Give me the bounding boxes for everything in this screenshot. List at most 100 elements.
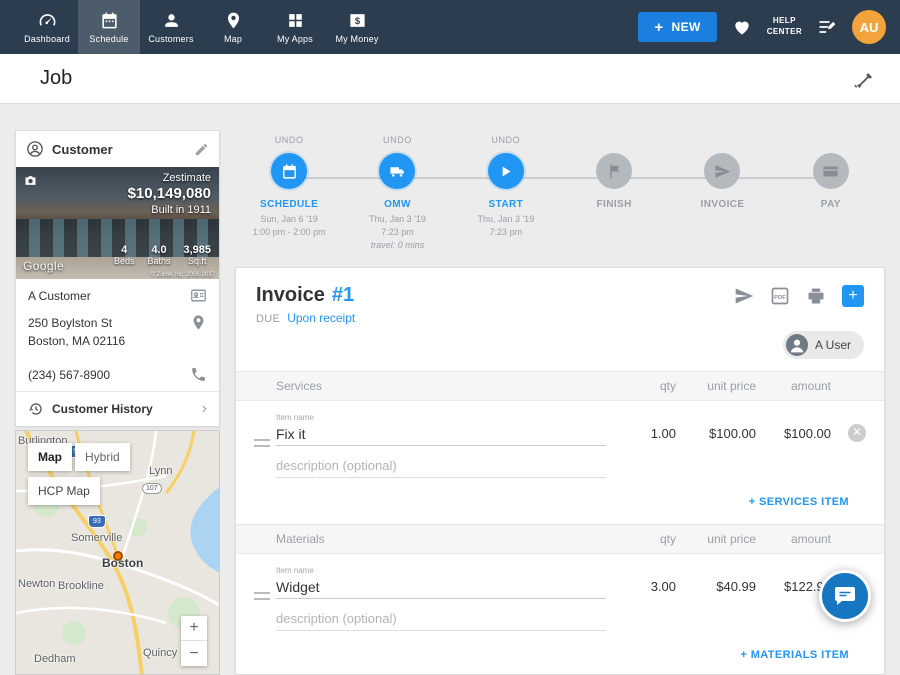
send-plane-icon: [714, 163, 731, 180]
zoom-in-button[interactable]: +: [181, 616, 207, 641]
map-type-hybrid-button[interactable]: Hybrid: [75, 443, 130, 471]
pdf-icon[interactable]: PDF: [770, 286, 790, 306]
customer-phone: (234) 567-8900: [28, 368, 110, 382]
svg-text:$: $: [354, 16, 360, 27]
map-label: Boston: [102, 556, 143, 570]
map-label: Brookline: [58, 580, 104, 592]
beds-value: 4: [114, 244, 135, 256]
help-center-line2: CENTER: [767, 27, 802, 38]
item-qty[interactable]: 1.00: [616, 426, 676, 446]
address-line2: Boston, MA 02116: [28, 332, 125, 350]
nav-item-label: My Money: [335, 34, 378, 44]
step-date-line: 1:00 pm - 2:00 pm: [253, 226, 326, 239]
send-invoice-icon[interactable]: [734, 286, 754, 306]
line-item-row: Item name 1.00 $100.00 $100.00 ✕: [236, 401, 884, 446]
edit-pencil-icon[interactable]: [194, 142, 209, 157]
undo-schedule-button[interactable]: UNDO: [275, 135, 304, 150]
nav-item-customers[interactable]: Customers: [140, 0, 202, 54]
drag-handle[interactable]: [254, 592, 270, 600]
invoice-title: Invoice: [256, 284, 325, 307]
omw-step-button[interactable]: [379, 153, 415, 189]
step-dates: Thu, Jan 3 '19 7:23 pm: [477, 213, 534, 239]
assignee-chip[interactable]: A User: [783, 331, 864, 359]
step-dates: Sun, Jan 6 '19 1:00 pm - 2:00 pm: [253, 213, 326, 239]
nav-item-map[interactable]: Map: [202, 0, 264, 54]
job-bar: Job: [0, 54, 900, 104]
item-qty[interactable]: 3.00: [616, 579, 676, 599]
materials-section-header: Materials qty unit price amount: [236, 524, 884, 554]
timeline-step-schedule: UNDO SCHEDULE Sun, Jan 6 '19 1:00 pm - 2…: [235, 135, 343, 252]
nav-items: Dashboard Schedule Customers Map My Apps…: [0, 0, 388, 54]
undo-start-button[interactable]: UNDO: [491, 135, 520, 150]
item-description-input[interactable]: [276, 607, 606, 631]
nav-item-schedule[interactable]: Schedule: [78, 0, 140, 54]
customer-name-row: A Customer: [16, 279, 219, 312]
job-location-marker: [113, 551, 123, 561]
new-button[interactable]: + NEW: [638, 12, 716, 42]
step-label: SCHEDULE: [260, 199, 318, 210]
line-item-row: Item name 3.00 $40.99 $122.97 ✕: [236, 554, 884, 599]
item-unit-price[interactable]: $40.99: [676, 579, 756, 599]
customer-card-title: Customer: [52, 142, 186, 157]
help-center-button[interactable]: HELP CENTER: [767, 16, 802, 38]
phone-icon[interactable]: [190, 366, 207, 383]
sqft-label: Sq.ft: [183, 256, 211, 266]
route-shield: 93: [88, 515, 106, 528]
due-terms-link[interactable]: Upon receipt: [287, 311, 355, 325]
step-label: FINISH: [597, 199, 632, 210]
hcp-map-button[interactable]: HCP Map: [28, 477, 100, 505]
map-card[interactable]: Burlington Lynn Somerville Boston Newton…: [15, 430, 220, 675]
invoice-header: Invoice #1 PDF + DUE Upon receipt: [236, 268, 884, 325]
timeline-step-finish: FINISH: [560, 135, 668, 252]
property-photo: Zestimate $10,149,080 Built in 1911 4 Be…: [16, 167, 219, 279]
item-name-cell: Item name: [276, 566, 616, 599]
customer-name: A Customer: [28, 289, 91, 303]
nav-item-my-apps[interactable]: My Apps: [264, 0, 326, 54]
map-zoom-control: + −: [181, 616, 207, 666]
nav-item-label: Dashboard: [24, 34, 70, 44]
nav-item-my-money[interactable]: $ My Money: [326, 0, 388, 54]
item-description-input[interactable]: [276, 454, 606, 478]
invoice-step-button[interactable]: [704, 153, 740, 189]
print-icon[interactable]: [806, 286, 826, 306]
dashboard-icon: [38, 11, 57, 30]
remove-item-button[interactable]: ✕: [848, 424, 866, 442]
location-pin-icon[interactable]: [190, 314, 207, 331]
drag-handle[interactable]: [254, 439, 270, 447]
services-section-header: Services qty unit price amount: [236, 371, 884, 401]
edit-list-icon[interactable]: [817, 17, 837, 37]
job-status-timeline: UNDO SCHEDULE Sun, Jan 6 '19 1:00 pm - 2…: [235, 135, 885, 267]
undo-omw-button[interactable]: UNDO: [383, 135, 412, 150]
customer-history-button[interactable]: Customer History ›: [16, 392, 219, 426]
schedule-step-button[interactable]: [271, 153, 307, 189]
customer-card: Customer Zestimate $10,149,080 Built in …: [15, 130, 220, 427]
add-materials-item-link[interactable]: + MATERIALS ITEM: [740, 649, 849, 661]
start-step-button[interactable]: [488, 153, 524, 189]
timeline-step-pay: PAY: [777, 135, 885, 252]
nav-item-dashboard[interactable]: Dashboard: [16, 0, 78, 54]
zoom-out-button[interactable]: −: [181, 641, 207, 666]
invoice-number[interactable]: #1: [332, 284, 354, 307]
add-services-item-link[interactable]: + SERVICES ITEM: [749, 496, 849, 508]
item-name-input[interactable]: [276, 423, 606, 446]
chat-bubble-button[interactable]: [819, 570, 871, 622]
avatar[interactable]: AU: [852, 10, 886, 44]
nav-item-label: Schedule: [89, 34, 128, 44]
timeline-step-start: UNDO START Thu, Jan 3 '19 7:23 pm: [452, 135, 560, 252]
pay-step-button[interactable]: [813, 153, 849, 189]
item-name-label: Item name: [276, 413, 616, 422]
description-row: [236, 599, 884, 633]
beds-label: Beds: [114, 256, 135, 266]
add-invoice-button[interactable]: +: [842, 285, 864, 307]
history-clock-icon: [28, 401, 44, 417]
col-unit-price: unit price: [676, 532, 756, 546]
heart-icon[interactable]: [732, 17, 752, 37]
finish-step-button[interactable]: [596, 153, 632, 189]
section-title: Materials: [276, 532, 616, 546]
nav-right: + NEW HELP CENTER AU: [638, 0, 900, 54]
job-tools-icon[interactable]: [852, 68, 874, 90]
contact-card-icon[interactable]: [190, 287, 207, 304]
item-unit-price[interactable]: $100.00: [676, 426, 756, 446]
map-type-map-button[interactable]: Map: [28, 443, 72, 471]
item-name-input[interactable]: [276, 576, 606, 599]
